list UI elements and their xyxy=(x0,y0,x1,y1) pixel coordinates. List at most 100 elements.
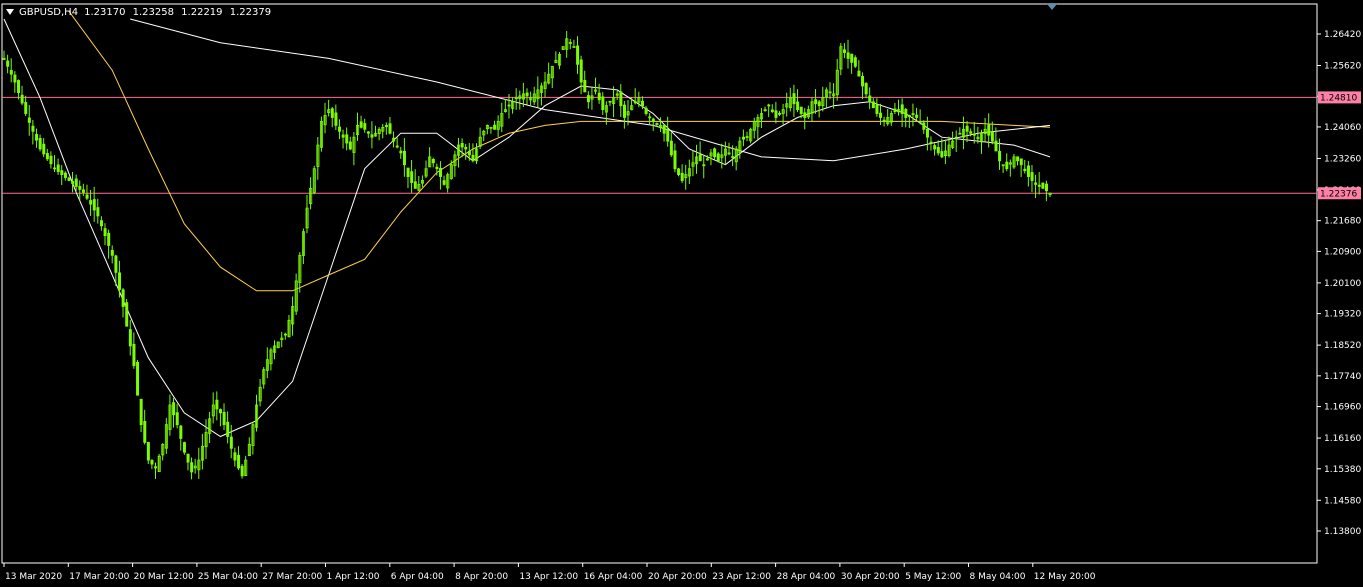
ohlc-close: 1.22379 xyxy=(229,6,272,18)
candle-body xyxy=(1030,172,1034,181)
x-tick-label: 20 Mar 12:00 xyxy=(134,572,194,582)
candle-body xyxy=(35,133,39,141)
candle-body xyxy=(879,112,883,118)
candle-body xyxy=(20,94,24,104)
candle-body xyxy=(933,145,937,150)
candle-body xyxy=(1005,161,1009,170)
candle-body xyxy=(1026,165,1030,177)
candle-body xyxy=(940,151,944,158)
candle-body xyxy=(125,302,129,327)
horizontal-lines xyxy=(2,96,1317,194)
ohlc-low: 1.22219 xyxy=(181,6,223,18)
candle-body xyxy=(85,194,89,199)
y-tick-label: 1.14580 xyxy=(1324,496,1361,506)
y-tick-label: 1.15380 xyxy=(1324,465,1361,475)
candle-body xyxy=(853,57,857,67)
candle-body xyxy=(219,409,223,414)
candle-body xyxy=(850,53,854,63)
candle-body xyxy=(42,143,46,155)
candle-body xyxy=(846,52,850,59)
candle-body xyxy=(53,167,57,170)
candle-body xyxy=(864,83,868,95)
x-tick-label: 8 Apr 20:00 xyxy=(455,572,508,582)
x-tick-label: 13 Apr 12:00 xyxy=(519,572,578,582)
candle-body xyxy=(601,96,605,111)
candle-body xyxy=(619,91,623,107)
x-tick-label: 12 May 20:00 xyxy=(1034,572,1096,582)
candle-body xyxy=(240,465,244,477)
candle-body xyxy=(651,118,655,122)
candle-body xyxy=(904,109,908,118)
candle-body xyxy=(114,255,118,273)
candle-body xyxy=(716,153,720,162)
candle-body xyxy=(345,134,349,144)
candle-body xyxy=(464,146,468,150)
candle-body xyxy=(662,124,666,134)
candle-body xyxy=(742,136,746,140)
candle-body xyxy=(226,421,230,437)
ma-line-ma-fast xyxy=(3,18,1051,438)
candle-body xyxy=(843,49,847,53)
candle-body xyxy=(972,133,976,136)
candle-body xyxy=(24,102,28,114)
candle-body xyxy=(136,361,140,396)
candle-body xyxy=(568,42,572,44)
x-tick-label: 1 Apr 12:00 xyxy=(327,572,380,582)
y-tick-label: 1.13800 xyxy=(1324,527,1361,537)
candle-body xyxy=(71,180,75,184)
candle-body xyxy=(586,95,590,103)
x-tick-label: 8 May 04:00 xyxy=(970,572,1026,582)
price-chart[interactable]: 1.264201.256201.248401.240601.232601.224… xyxy=(0,0,1363,587)
candle-body xyxy=(778,112,782,115)
candle-body xyxy=(406,167,410,177)
candle-body xyxy=(341,134,345,138)
candle-body xyxy=(222,411,226,426)
x-tick-label: 16 Apr 04:00 xyxy=(584,572,643,582)
candle-body xyxy=(370,134,374,138)
candle-body xyxy=(965,125,969,132)
time-axis: 13 Mar 2020 17 Mar 20:00 20 Mar 12:00 25 Ma… xyxy=(3,563,1096,582)
candle-body xyxy=(359,121,363,128)
candle-body xyxy=(338,126,342,132)
candle-body xyxy=(987,124,991,136)
candle-body xyxy=(9,70,13,75)
candle-body xyxy=(1037,184,1041,187)
candle-body xyxy=(698,154,702,162)
x-tick-label: 20 Apr 20:00 xyxy=(648,572,707,582)
candle-body xyxy=(366,131,370,134)
candle-body xyxy=(143,421,147,443)
candle-body xyxy=(121,289,125,307)
candle-body xyxy=(929,141,933,144)
candle-body xyxy=(1034,182,1038,185)
candle-body xyxy=(644,107,648,114)
candle-body xyxy=(110,249,114,256)
candle-body xyxy=(348,141,352,150)
candle-body xyxy=(770,109,774,112)
candle-body xyxy=(1016,156,1020,162)
candle-body xyxy=(107,232,111,246)
shift-marker-icon[interactable] xyxy=(1047,4,1057,10)
candle-body xyxy=(799,106,803,114)
y-tick-label: 1.20900 xyxy=(1324,247,1361,257)
candle-body xyxy=(460,142,464,148)
hline-price-label: 1.24810 xyxy=(1320,93,1357,103)
candle-body xyxy=(871,101,875,109)
y-tick-label: 1.17740 xyxy=(1324,372,1361,382)
candle-body xyxy=(622,104,626,118)
candle-body xyxy=(60,170,64,175)
candle-body xyxy=(893,108,897,112)
candle-body xyxy=(882,119,886,122)
candle-body xyxy=(998,150,1002,162)
candle-body xyxy=(803,112,807,118)
candle-body xyxy=(139,398,143,426)
candle-body xyxy=(399,150,403,154)
candle-body xyxy=(74,178,78,187)
candle-body xyxy=(796,101,800,111)
moving-averages xyxy=(3,10,1051,438)
collapse-triangle-icon[interactable] xyxy=(6,9,14,15)
y-tick-label: 1.16960 xyxy=(1324,403,1361,413)
candle-body xyxy=(435,166,439,170)
candle-body xyxy=(918,121,922,123)
candle-body xyxy=(922,122,926,130)
candle-body xyxy=(579,59,583,83)
